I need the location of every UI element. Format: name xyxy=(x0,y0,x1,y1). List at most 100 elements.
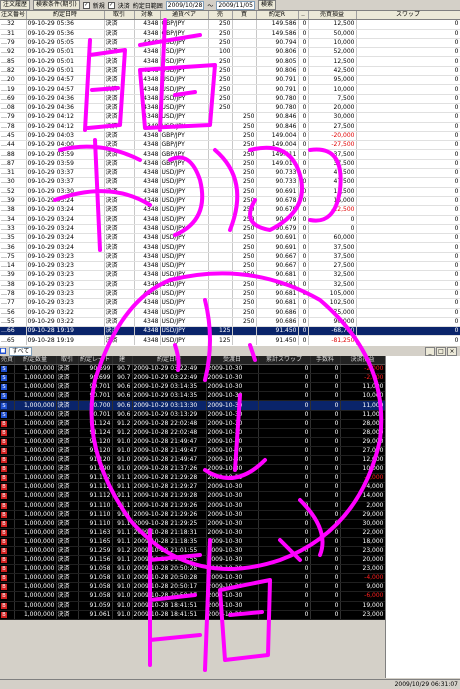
column-header[interactable]: 約定レート xyxy=(78,356,113,366)
column-header[interactable]: 通貨ペア xyxy=(160,11,209,21)
table-row[interactable]: B 1,000,000 決済 91.110 91.1 2009-10-28 21:29:2… xyxy=(0,501,386,511)
table-row[interactable]: …87 09-10-29 03:59 決済 4348 GBP/JPY 250 149.011… xyxy=(0,159,460,170)
table-row[interactable]: B 1,000,000 決済 91.110 91.1 2009-10-28 21:29:2… xyxy=(0,510,386,520)
table-row[interactable]: B 1,000,000 決済 91.112 91.1 2009-10-28 21:29:2… xyxy=(0,473,386,484)
date-to-input[interactable]: 2009/11/05 xyxy=(216,0,255,10)
table-row[interactable]: B 1,000,000 決済 91.156 91.1 2009-10-28 21:01:5… xyxy=(0,555,386,566)
column-header[interactable]: 売買 xyxy=(0,356,15,366)
table-row[interactable]: …14 09-10-29 03:23 決済 4348 USD/JPY 250 90.667 0… xyxy=(0,261,460,272)
table-row[interactable]: …79 09-10-29 05:05 決済 4348 USD/JPY 250 90.794 0… xyxy=(0,38,460,49)
column-header[interactable]: 建 xyxy=(112,356,133,366)
table-row[interactable]: B 1,000,000 決済 91.259 91.2 2009-10-28 21:01:5… xyxy=(0,546,386,557)
column-header[interactable]: 受渡日 xyxy=(206,356,259,366)
table-row[interactable]: …69 09-10-29 04:36 決済 4348 USD/JPY 250 90.780 0… xyxy=(0,94,460,104)
table-row[interactable]: …31 09-10-29 03:37 決済 4348 USD/JPY 250 90.733 0… xyxy=(0,168,460,179)
table-row[interactable]: …92 09-10-29 05:01 決済 4348 USD/JPY 100 90.806 0… xyxy=(0,47,460,58)
table-row[interactable]: S 1,000,000 決済 90.699 90.7 2009-10-29 03:22:4… xyxy=(0,373,386,384)
table-cell: USD/JPY xyxy=(160,122,209,132)
table-row[interactable]: …39 09-10-29 03:24 決済 4348 USD/JPY 250 90.678 0… xyxy=(0,196,460,207)
table-cell: …87 xyxy=(0,159,27,170)
table-row[interactable]: B 1,000,000 決済 91.120 91.0 2009-10-28 21:49:4… xyxy=(0,455,386,466)
column-header[interactable]: 対象 xyxy=(134,11,161,21)
table-row[interactable]: B 1,000,000 決済 91.058 91.0 2009-10-28 20:50:2… xyxy=(0,564,386,575)
column-header[interactable]: 累計スワップ xyxy=(258,356,311,366)
column-header[interactable]: 約定日時 xyxy=(132,356,207,366)
column-header[interactable]: スワップ xyxy=(356,11,460,21)
history-button[interactable]: 注文履歴 xyxy=(0,0,31,10)
table-row[interactable]: …65 09-10-28 19:19 決済 4348 USD/JPY 125 91.450 0… xyxy=(0,335,460,346)
column-header[interactable]: 手数料 xyxy=(310,356,341,366)
column-header[interactable]: 約定R xyxy=(256,11,299,21)
table-row[interactable]: B 1,000,000 決済 91.165 91.1 2009-10-28 21:18:3… xyxy=(0,537,386,547)
table-row[interactable]: B 1,000,000 決済 91.124 91.2 2009-10-28 22:02:4… xyxy=(0,428,386,438)
table-row[interactable]: B 1,000,000 決済 91.058 91.0 2009-10-28 20:50:1… xyxy=(0,582,386,593)
column-header[interactable]: 注文番号 xyxy=(0,11,27,21)
table-row[interactable]: …20 09-10-29 04:57 決済 4348 USD/JPY 250 90.791 0… xyxy=(0,75,460,86)
table-row[interactable]: …39 09-10-29 03:23 決済 4348 USD/JPY 250 90.681 0… xyxy=(0,270,460,281)
table-row[interactable]: S 1,000,000 決済 90.700 90.6 2009-10-29 03:13:3… xyxy=(0,400,386,411)
table-row[interactable]: …19 09-10-29 04:57 決済 4348 USD/JPY 250 90.791 0… xyxy=(0,84,460,95)
table-row[interactable]: B 1,000,000 決済 91.059 91.0 2009-10-28 18:41:5… xyxy=(0,601,386,611)
table-row[interactable]: B 1,000,000 決済 91.112 91.1 2009-10-28 21:29:2… xyxy=(0,482,386,493)
table-row[interactable]: …75 09-10-29 03:23 決済 4348 USD/JPY 250 90.667 0… xyxy=(0,252,460,263)
table-row[interactable]: B 1,000,000 決済 91.058 91.0 2009-10-28 20:50:1… xyxy=(0,591,386,602)
table-row[interactable]: …36 09-10-29 03:24 決済 4348 USD/JPY 250 90.691 0… xyxy=(0,242,460,253)
column-header[interactable]: 買 xyxy=(232,11,257,21)
table-row[interactable]: S 1,000,000 決済 90.701 90.6 2009-10-29 03:14:3… xyxy=(0,382,386,393)
table-row[interactable]: …78 09-10-29 03:23 決済 4348 USD/JPY 250 90.681 0… xyxy=(0,289,460,300)
table-row[interactable]: …38 09-10-29 03:24 決済 4348 USD/JPY 250 90.679 0… xyxy=(0,205,460,216)
minimize-button[interactable]: _ xyxy=(425,347,435,356)
column-header[interactable]: 売買損益 xyxy=(308,11,357,21)
column-header[interactable]: 取引 xyxy=(104,11,135,21)
table-cell xyxy=(208,224,233,235)
table-row[interactable]: …56 09-10-29 03:22 決済 4348 USD/JPY 250 90.686 0… xyxy=(0,308,460,318)
table-row[interactable]: …88 09-10-29 03:59 決済 4348 GBP/JPY 250 149.011… xyxy=(0,149,460,160)
table-row[interactable]: S 1,000,000 決済 90.701 90.6 2009-10-29 03:13:2… xyxy=(0,410,386,420)
table-row[interactable]: …44 09-10-29 04:00 決済 4348 GBP/JPY 250 149.004… xyxy=(0,140,460,151)
new-checkbox[interactable]: ✓ xyxy=(82,1,90,9)
table-row[interactable]: …34 09-10-29 03:24 決済 4348 USD/JPY 250 90.679 0… xyxy=(0,215,460,225)
column-header[interactable]: 約定日時 xyxy=(26,11,105,21)
table-row[interactable]: B 1,000,000 決済 91.120 91.0 2009-10-28 21:49:4… xyxy=(0,446,386,457)
table-row[interactable]: …85 09-10-29 05:01 決済 4348 USD/JPY 250 90.805 0… xyxy=(0,56,460,67)
column-header[interactable]: 売 xyxy=(208,11,233,21)
column-header[interactable]: .. xyxy=(298,11,309,21)
table-row[interactable]: B 1,000,000 決済 91.058 91.0 2009-10-28 20:50:2… xyxy=(0,573,386,584)
table-row[interactable]: …77 09-10-29 03:23 決済 4348 USD/JPY 250 90.681 0… xyxy=(0,298,460,309)
maximize-button[interactable]: □ xyxy=(436,347,446,356)
table-row[interactable]: B 1,000,000 決済 91.163 91.1 2009-10-28 21:18:3… xyxy=(0,528,386,538)
table-row[interactable]: B 1,000,000 決済 91.061 91.0 2009-10-28 18:41:5… xyxy=(0,610,386,620)
filter-select[interactable]: すべて xyxy=(9,346,33,356)
table-row[interactable]: B 1,000,000 決済 91.124 91.2 2009-10-28 22:02:4… xyxy=(0,419,386,429)
table-row[interactable]: B 1,000,000 決済 91.090 91.0 2009-10-28 21:37:2… xyxy=(0,464,386,475)
table-row[interactable]: …55 09-10-29 03:22 決済 4348 USD/JPY 250 90.686 0… xyxy=(0,317,460,328)
column-header[interactable]: 約定数量 xyxy=(14,356,57,366)
table-row[interactable]: …38 09-10-29 03:23 決済 4348 USD/JPY 250 90.681 0… xyxy=(0,280,460,290)
date-from-input[interactable]: 2009/10/28 xyxy=(165,0,205,10)
table-row[interactable]: …31 09-10-29 05:36 決済 4348 GBP/JPY 250 149.586… xyxy=(0,29,460,39)
table-row[interactable]: …35 09-10-29 03:24 決済 4348 USD/JPY 250 90.691 0… xyxy=(0,233,460,244)
search-button[interactable]: 検索 xyxy=(257,0,276,10)
table-cell: 決済 xyxy=(56,373,79,384)
column-header[interactable]: 取引 xyxy=(56,356,79,366)
table-row[interactable]: …08 09-10-29 04:36 決済 4348 USD/JPY 250 90.780 0… xyxy=(0,103,460,114)
table-row[interactable]: …45 09-10-29 04:03 決済 4348 GBP/JPY 250 149.004… xyxy=(0,131,460,142)
table-row[interactable]: B 1,000,000 決済 91.110 91.1 2009-10-28 21:29:2… xyxy=(0,519,386,529)
table-row[interactable]: …33 09-10-29 03:24 決済 4348 USD/JPY 250 90.679 0… xyxy=(0,224,460,235)
table-row[interactable]: …30 09-10-29 03:37 決済 4348 USD/JPY 250 90.733 0… xyxy=(0,177,460,188)
table-row[interactable]: …52 09-10-29 03:30 決済 4348 USD/JPY 250 90.691 0… xyxy=(0,187,460,197)
table-row[interactable]: S 1,000,000 決済 90.699 90.7 2009-10-29 03:22:4… xyxy=(0,364,386,375)
table-row[interactable]: …66 09-10-28 19:19 決済 4348 USD/JPY 125 91.450 0… xyxy=(0,326,460,337)
table-row[interactable]: B 1,000,000 決済 91.112 91.1 2009-10-28 21:29:2… xyxy=(0,491,386,502)
table-row[interactable]: B 1,000,000 決済 91.120 91.0 2009-10-28 21:49:4… xyxy=(0,437,386,447)
table-row[interactable]: …82 09-10-29 05:01 決済 4348 USD/JPY 250 90.806 0… xyxy=(0,66,460,77)
table-row[interactable]: …79 09-10-29 04:12 決済 4348 USD/JPY 250 90.846 0… xyxy=(0,112,460,123)
table-row[interactable]: …32 09-10-29 05:36 決済 4348 GBP/JPY 250 149.586… xyxy=(0,19,460,30)
table-row[interactable]: S 1,000,000 決済 90.701 90.6 2009-10-29 03:14:3… xyxy=(0,391,386,402)
settle-checkbox[interactable]: ✓ xyxy=(107,1,115,9)
close-button[interactable]: × xyxy=(447,347,457,356)
search-conditions-button[interactable]: 検索条件(期引) xyxy=(33,0,80,10)
column-header[interactable]: 決済損益 xyxy=(340,356,386,366)
buy-icon: B xyxy=(1,611,7,618)
table-row[interactable]: …78 09-10-29 04:12 決済 4348 USD/JPY 250 90.846 0… xyxy=(0,122,460,132)
